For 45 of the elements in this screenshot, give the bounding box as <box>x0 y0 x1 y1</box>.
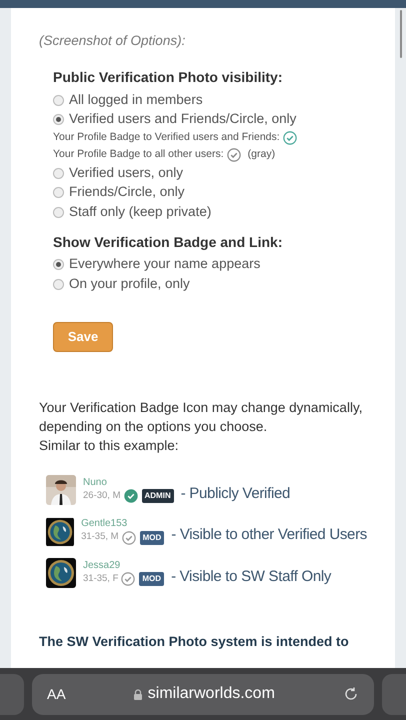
radio-button[interactable] <box>53 259 64 270</box>
radio-label: Staff only (keep private) <box>69 202 212 221</box>
username-link[interactable]: Gentle153 <box>81 518 164 530</box>
tab-preview[interactable] <box>382 674 406 714</box>
description-text: depending on the options you choose. <box>39 418 268 436</box>
example-caption: - Publicly Verified <box>180 484 290 504</box>
age-gender-text: 31-35, F <box>83 572 118 586</box>
role-tag: ADMIN <box>142 489 174 503</box>
badge-note: Your Profile Badge to Verified users and Friends: <box>53 130 280 145</box>
reload-icon[interactable] <box>343 686 359 702</box>
description-text: Similar to this example: <box>39 436 180 455</box>
section-heading: Show Verification Badge and Link: <box>53 232 284 252</box>
radio-label: Everywhere your name appears <box>69 255 260 274</box>
badge-note: Your Profile Badge to all other users: <box>53 146 224 162</box>
description-text: Your Verification Badge Icon may change dynamically, <box>39 398 364 417</box>
url-text: similarworlds.com <box>148 684 275 704</box>
radio-button[interactable] <box>53 168 64 178</box>
address-bar[interactable]: AA similarworlds.com <box>32 674 374 714</box>
scroll-bar <box>400 10 402 58</box>
section-heading: Public Verification Photo visibility: <box>53 68 284 88</box>
save-button[interactable]: Save <box>53 322 113 352</box>
tab-preview[interactable] <box>0 674 24 714</box>
role-tag: MOD <box>140 530 164 544</box>
username-link[interactable]: Jessa29 <box>83 560 164 572</box>
username-link[interactable]: Nuno <box>83 476 174 489</box>
age-gender-text: 31-35, M <box>81 530 119 544</box>
example-caption: - Visible to other Verified Users <box>171 525 367 546</box>
text-size-button[interactable]: AA <box>47 684 66 704</box>
radio-button[interactable] <box>53 114 64 125</box>
example-caption: - Visible to SW Staff Only <box>171 566 332 587</box>
radio-button[interactable] <box>53 278 64 290</box>
role-tag: MOD <box>139 572 164 586</box>
radio-button[interactable] <box>53 187 64 198</box>
caption-text: (Screenshot of Options): <box>39 32 186 50</box>
lock-icon <box>134 688 142 700</box>
radio-button[interactable] <box>53 206 64 218</box>
radio-label: Verified users, only <box>69 164 184 182</box>
radio-label: All logged in members <box>69 90 203 109</box>
radio-label: Friends/Circle, only <box>69 183 185 202</box>
age-gender-text: 26-30, M <box>83 488 120 503</box>
section-heading: The SW Verification Photo system is intended to <box>39 633 350 652</box>
radio-button[interactable] <box>53 94 64 106</box>
badge-note: (gray) <box>248 146 276 162</box>
radio-label: Verified users and Friends/Circle, only <box>69 110 296 128</box>
radio-label: On your profile, only <box>69 274 190 293</box>
